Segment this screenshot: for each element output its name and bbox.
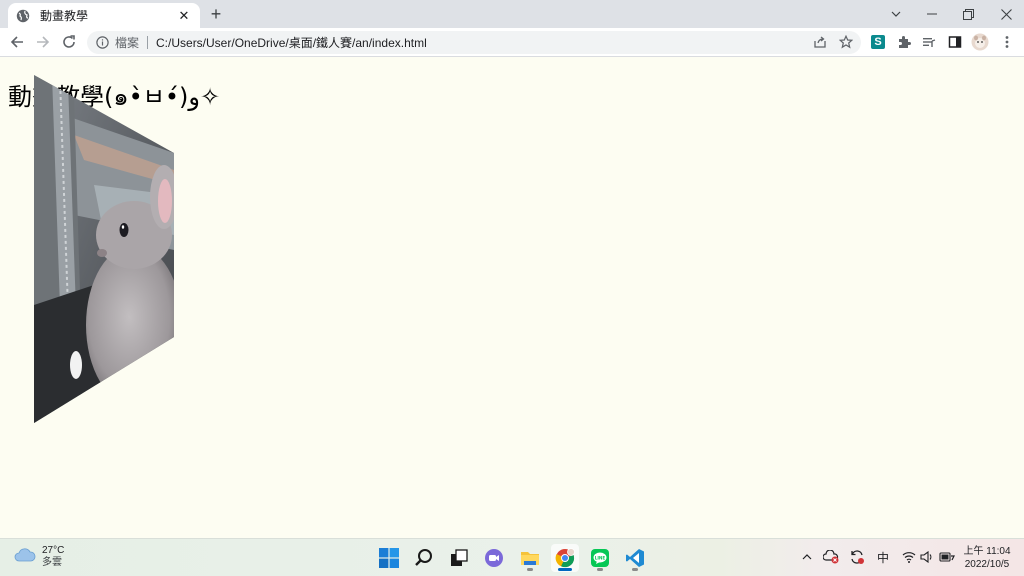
weather-widget[interactable]: 27°C 多雲 (14, 545, 64, 569)
clock-date: 2022/10/5 (964, 559, 1010, 570)
minimize-button[interactable] (914, 0, 950, 28)
folder-icon (521, 552, 539, 565)
vscode-icon (626, 549, 644, 567)
battery-charging-icon[interactable] (939, 549, 955, 565)
profile-avatar[interactable] (971, 33, 989, 51)
new-tab-button[interactable]: + (206, 4, 226, 24)
browser-toolbar: 檔案 C:/Users/User/OneDrive/桌面/鐵人賽/an/inde… (0, 28, 1024, 57)
address-url[interactable]: C:/Users/User/OneDrive/桌面/鐵人賽/an/index.h… (156, 34, 427, 51)
clock-time: 上午 11:04 (963, 546, 1011, 557)
windows-logo-icon (379, 548, 399, 568)
tab-close-icon[interactable]: ✕ (176, 8, 192, 24)
teams-chat-icon (485, 549, 503, 567)
task-view-button[interactable] (445, 544, 473, 572)
extension-s-badge: S (871, 35, 885, 49)
task-view-icon (451, 549, 468, 566)
chat-button[interactable] (480, 544, 508, 572)
media-queue-icon[interactable] (920, 33, 938, 51)
weather-text: 27°C 多雲 (42, 545, 64, 569)
chevron-up-icon[interactable] (799, 549, 815, 565)
search-icon (415, 549, 432, 566)
running-indicator (597, 568, 603, 571)
extension-s-icon[interactable]: S (869, 33, 887, 51)
side-panel-icon[interactable] (946, 33, 964, 51)
skewed-rabbit-image (34, 75, 174, 423)
running-indicator (632, 568, 638, 571)
address-separator (147, 36, 149, 49)
close-window-button[interactable] (988, 0, 1024, 28)
globe-icon (16, 9, 30, 23)
file-explorer-button[interactable] (516, 544, 544, 572)
browser-tab[interactable]: 動畫教學 ✕ (8, 3, 200, 28)
start-button[interactable] (375, 544, 403, 572)
weather-temp: 27°C (42, 545, 65, 556)
address-scheme: 檔案 (115, 36, 140, 50)
restore-button[interactable] (950, 0, 986, 28)
extensions-puzzle-icon[interactable] (895, 33, 913, 51)
line-app-button[interactable]: LINE (586, 544, 614, 572)
bookmark-star-icon[interactable] (837, 33, 855, 51)
running-indicator (558, 568, 572, 571)
tab-strip: 動畫教學 ✕ + (0, 0, 1024, 28)
svg-text:LINE: LINE (595, 556, 606, 561)
vscode-button[interactable] (621, 544, 649, 572)
line-icon: LINE (591, 549, 609, 567)
system-clock[interactable]: 上午 11:04 2022/10/5 (960, 545, 1014, 571)
tab-search-icon[interactable] (878, 0, 914, 28)
forward-arrow-icon[interactable] (32, 31, 54, 53)
taskbar: 27°C 多雲 LINE 中 上午 11:04 2022/10/5 (0, 538, 1024, 576)
search-button[interactable] (410, 544, 438, 572)
info-icon[interactable] (95, 36, 109, 50)
back-arrow-icon[interactable] (6, 31, 28, 53)
cloud-icon (14, 547, 36, 567)
tab-title: 動畫教學 (40, 9, 89, 23)
chrome-icon (555, 548, 575, 568)
onedrive-error-icon[interactable] (823, 549, 839, 565)
address-bar[interactable]: 檔案 C:/Users/User/OneDrive/桌面/鐵人賽/an/inde… (87, 31, 861, 54)
wifi-icon[interactable] (901, 549, 917, 565)
ime-indicator[interactable]: 中 (875, 549, 891, 565)
reload-icon[interactable] (58, 31, 80, 53)
sync-icon[interactable] (849, 549, 865, 565)
speaker-icon[interactable] (919, 549, 935, 565)
running-indicator (527, 568, 533, 571)
weather-condition: 多雲 (42, 557, 62, 568)
chrome-taskbar-button[interactable] (551, 544, 579, 572)
menu-kebab-icon[interactable] (998, 33, 1016, 51)
share-icon[interactable] (811, 33, 829, 51)
page-content: 動畫教學(๑•̀ㅂ•́)و✧ (0, 57, 1024, 537)
